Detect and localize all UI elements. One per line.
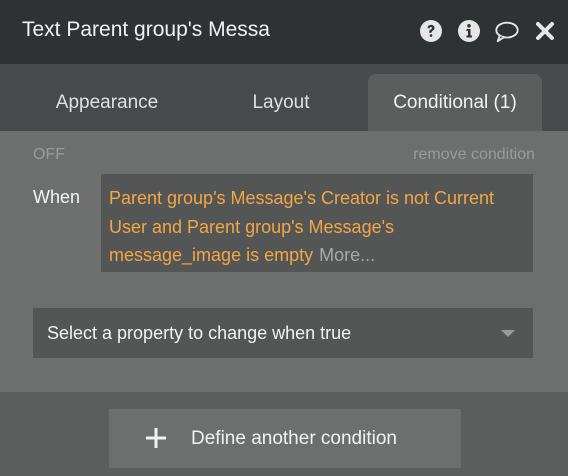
more-link[interactable]: More... [319,245,375,265]
condition-status[interactable]: OFF [33,146,65,164]
tab-conditional[interactable]: Conditional (1) [368,74,542,131]
condition-expression[interactable]: Parent group's Message's Creator is not … [101,174,533,272]
tab-layout[interactable]: Layout [196,74,366,131]
close-icon[interactable] [532,16,558,46]
plus-icon [146,428,166,448]
comment-icon[interactable] [494,16,520,46]
define-button-label: Define another condition [191,428,397,449]
expression-text[interactable]: Parent group's Message's Creator is not … [109,188,494,265]
help-icon[interactable] [418,16,444,46]
tab-appearance[interactable]: Appearance [24,74,190,131]
property-select-placeholder: Select a property to change when true [47,322,352,343]
panel-title: Text Parent group's Messa [22,18,270,41]
title-icons [418,16,558,46]
property-select[interactable]: Select a property to change when true [33,308,533,358]
titlebar: Text Parent group's Messa [0,0,568,64]
info-icon[interactable] [456,16,482,46]
conditional-editor-panel: Text Parent group's Messa Appearance Lay… [0,0,568,476]
define-another-condition-button[interactable]: Define another condition [109,409,461,468]
remove-condition-link[interactable]: remove condition [413,146,535,164]
tab-bar: Appearance Layout Conditional (1) [0,64,568,131]
chevron-down-icon [501,330,515,337]
when-label: When [33,187,81,207]
